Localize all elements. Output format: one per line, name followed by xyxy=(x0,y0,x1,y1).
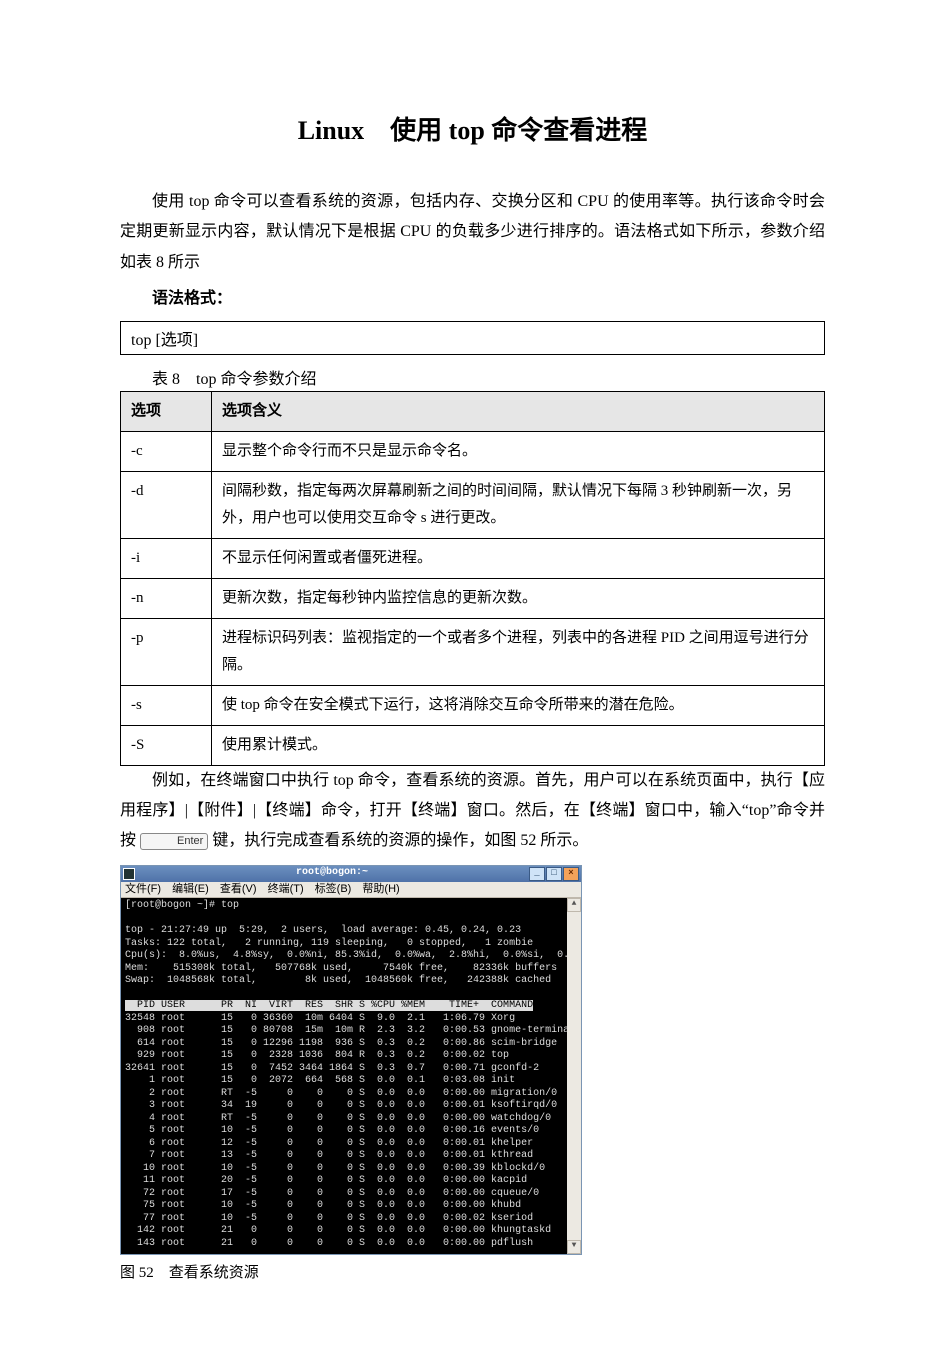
top-summary-line: Mem: 515308k total, 507768k used, 7540k … xyxy=(125,963,557,974)
terminal-icon xyxy=(123,868,135,880)
scrollbar-track[interactable] xyxy=(567,912,581,1240)
syntax-box: top [选项] xyxy=(120,321,825,355)
top-process-row: 142 root 21 0 0 0 0 S 0.0 0.0 0:00.00 kh… xyxy=(125,1225,551,1236)
terminal-titlebar: root@bogon:~ _ □ × xyxy=(121,866,581,882)
top-process-row: 614 root 15 0 12296 1198 936 S 0.3 0.2 0… xyxy=(125,1038,557,1049)
option-flag: -p xyxy=(121,618,212,685)
params-th-meaning: 选项含义 xyxy=(212,391,825,431)
terminal-prompt-line: [root@bogon ~]# top xyxy=(125,900,239,911)
terminal-scrollbar[interactable]: ▲ ▼ xyxy=(567,898,581,1254)
menu-item-file[interactable]: 文件(F) xyxy=(125,883,161,895)
option-desc: 显示整个命令行而不只是显示命令名。 xyxy=(212,431,825,471)
option-flag: -n xyxy=(121,578,212,618)
window-maximize-button[interactable]: □ xyxy=(546,867,562,881)
top-process-row: 7 root 13 -5 0 0 0 S 0.0 0.0 0:00.01 kth… xyxy=(125,1150,533,1161)
top-process-row: 5 root 10 -5 0 0 0 S 0.0 0.0 0:00.16 eve… xyxy=(125,1125,539,1136)
top-process-row: 10 root 10 -5 0 0 0 S 0.0 0.0 0:00.39 kb… xyxy=(125,1163,545,1174)
table-row: -n 更新次数，指定每秒钟内监控信息的更新次数。 xyxy=(121,578,825,618)
top-process-row: 32548 root 15 0 36360 10m 6404 S 9.0 2.1… xyxy=(125,1013,515,1024)
option-flag: -s xyxy=(121,685,212,725)
top-process-row: 32641 root 15 0 7452 3464 1864 S 0.3 0.7… xyxy=(125,1063,539,1074)
top-process-row: 143 root 21 0 0 0 0 S 0.0 0.0 0:00.00 pd… xyxy=(125,1238,533,1249)
top-process-row: 1 root 15 0 2072 664 568 S 0.0 0.1 0:03.… xyxy=(125,1075,515,1086)
menu-item-help[interactable]: 帮助(H) xyxy=(362,883,399,895)
option-desc: 更新次数，指定每秒钟内监控信息的更新次数。 xyxy=(212,578,825,618)
menu-item-tabs[interactable]: 标签(B) xyxy=(315,883,352,895)
option-desc: 进程标识码列表：监视指定的一个或者多个进程，列表中的各进程 PID 之间用逗号进… xyxy=(212,618,825,685)
window-close-button[interactable]: × xyxy=(563,867,579,881)
terminal-window: root@bogon:~ _ □ × 文件(F) 编辑(E) 查看(V) 终端(… xyxy=(120,865,582,1256)
example-text-post: 键，执行完成查看系统的资源的操作，如图 52 所示。 xyxy=(208,832,588,849)
table-row: -c 显示整个命令行而不只是显示命令名。 xyxy=(121,431,825,471)
menu-item-edit[interactable]: 编辑(E) xyxy=(172,883,209,895)
params-th-option: 选项 xyxy=(121,391,212,431)
option-desc: 使 top 命令在安全模式下运行，这将消除交互命令所带来的潜在危险。 xyxy=(212,685,825,725)
top-process-row: 11 root 20 -5 0 0 0 S 0.0 0.0 0:00.00 ka… xyxy=(125,1175,527,1186)
menu-item-view[interactable]: 查看(V) xyxy=(220,883,257,895)
option-desc: 使用累计模式。 xyxy=(212,725,825,765)
window-minimize-button[interactable]: _ xyxy=(529,867,545,881)
option-desc: 不显示任何闲置或者僵死进程。 xyxy=(212,538,825,578)
syntax-text: top [选项] xyxy=(131,332,198,349)
top-columns-header: PID USER PR NI VIRT RES SHR S %CPU %MEM … xyxy=(125,1000,533,1011)
top-process-row: 6 root 12 -5 0 0 0 S 0.0 0.0 0:00.01 khe… xyxy=(125,1138,533,1149)
enter-key-icon: Enter xyxy=(140,833,208,849)
option-flag: -S xyxy=(121,725,212,765)
figure-caption: 图 52 查看系统资源 xyxy=(120,1261,825,1282)
table-caption: 表 8 top 命令参数介绍 xyxy=(120,365,825,389)
top-process-row: 72 root 17 -5 0 0 0 S 0.0 0.0 0:00.00 cq… xyxy=(125,1188,539,1199)
top-process-row: 2 root RT -5 0 0 0 S 0.0 0.0 0:00.00 mig… xyxy=(125,1088,557,1099)
option-flag: -d xyxy=(121,471,212,538)
top-summary-line: top - 21:27:49 up 5:29, 2 users, load av… xyxy=(125,925,521,936)
option-flag: -c xyxy=(121,431,212,471)
params-table: 选项 选项含义 -c 显示整个命令行而不只是显示命令名。 -d 间隔秒数，指定每… xyxy=(120,391,825,766)
scrollbar-down-button[interactable]: ▼ xyxy=(567,1240,581,1254)
top-summary-line: Tasks: 122 total, 2 running, 119 sleepin… xyxy=(125,938,533,949)
top-process-row: 75 root 10 -5 0 0 0 S 0.0 0.0 0:00.00 kh… xyxy=(125,1200,521,1211)
example-paragraph: 例如，在终端窗口中执行 top 命令，查看系统的资源。首先，用户可以在系统页面中… xyxy=(120,766,825,857)
table-row: -s 使 top 命令在安全模式下运行，这将消除交互命令所带来的潜在危险。 xyxy=(121,685,825,725)
table-row: -S 使用累计模式。 xyxy=(121,725,825,765)
table-row: -i 不显示任何闲置或者僵死进程。 xyxy=(121,538,825,578)
top-process-row: 929 root 15 0 2328 1036 804 R 0.3 0.2 0:… xyxy=(125,1050,509,1061)
syntax-label: 语法格式： xyxy=(120,284,825,314)
top-process-row: 908 root 15 0 80708 15m 10m R 2.3 3.2 0:… xyxy=(125,1025,567,1036)
menu-item-terminal[interactable]: 终端(T) xyxy=(268,883,304,895)
option-desc: 间隔秒数，指定每两次屏幕刷新之间的时间间隔，默认情况下每隔 3 秒钟刷新一次，另… xyxy=(212,471,825,538)
table-row: -d 间隔秒数，指定每两次屏幕刷新之间的时间间隔，默认情况下每隔 3 秒钟刷新一… xyxy=(121,471,825,538)
table-row: -p 进程标识码列表：监视指定的一个或者多个进程，列表中的各进程 PID 之间用… xyxy=(121,618,825,685)
option-flag: -i xyxy=(121,538,212,578)
top-process-row: 77 root 10 -5 0 0 0 S 0.0 0.0 0:00.02 ks… xyxy=(125,1213,533,1224)
top-process-row: 3 root 34 19 0 0 0 S 0.0 0.0 0:00.01 kso… xyxy=(125,1100,557,1111)
terminal-title: root@bogon:~ xyxy=(135,867,529,880)
top-summary-line: Cpu(s): 8.0%us, 4.8%sy, 0.0%ni, 85.3%id,… xyxy=(125,950,567,961)
top-process-row: 4 root RT -5 0 0 0 S 0.0 0.0 0:00.00 wat… xyxy=(125,1113,551,1124)
terminal-body: [root@bogon ~]# top top - 21:27:49 up 5:… xyxy=(121,898,567,1254)
page-title: Linux 使用 top 命令查看进程 xyxy=(120,110,825,147)
terminal-menubar: 文件(F) 编辑(E) 查看(V) 终端(T) 标签(B) 帮助(H) xyxy=(121,882,581,899)
intro-paragraph: 使用 top 命令可以查看系统的资源，包括内存、交换分区和 CPU 的使用率等。… xyxy=(120,187,825,278)
top-summary-line: Swap: 1048568k total, 8k used, 1048560k … xyxy=(125,975,551,986)
scrollbar-up-button[interactable]: ▲ xyxy=(567,898,581,912)
